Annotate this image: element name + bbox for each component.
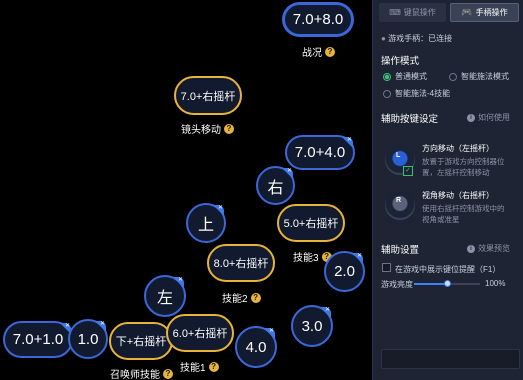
delete-key-icon[interactable] bbox=[282, 168, 293, 179]
radio-smart-cast-4[interactable]: 智能施法-4技能 bbox=[383, 88, 450, 99]
check-badge-icon: ✓ bbox=[403, 166, 413, 176]
opacity-label: 游戏亮度 bbox=[381, 280, 413, 289]
show-hint-label: 在游戏中展示键位提醒（F1） bbox=[395, 265, 501, 274]
key-button-label: 8.0+右摇杆 bbox=[213, 258, 269, 270]
radio-smart-cast-mode[interactable]: 智能施法模式 bbox=[449, 71, 509, 82]
key-caption-summoner: 召唤师技能 ? bbox=[110, 366, 173, 380]
key-button-label: 4.0 bbox=[245, 338, 267, 356]
delete-key-icon[interactable] bbox=[213, 205, 224, 216]
radio-dot bbox=[383, 72, 391, 81]
settings-panel: ⌨ 键鼠操作 🎮 手柄操作 ● 游戏手柄：已连接 操作模式 普通模式 智能施法模… bbox=[372, 0, 523, 380]
gamepad-status: ● 游戏手柄：已连接 bbox=[381, 34, 453, 43]
key-button-3[interactable]: 3.0 bbox=[291, 305, 333, 347]
key-button-7-4[interactable]: 7.0+4.0 bbox=[285, 135, 355, 170]
key-button-jingtou[interactable]: 7.0+右摇杆 bbox=[174, 76, 242, 115]
aux-section-title: 辅助设置 bbox=[381, 245, 420, 256]
key-button-skill1[interactable]: 6.0+右摇杆 bbox=[166, 314, 234, 352]
key-button-right[interactable]: 右 bbox=[256, 166, 295, 205]
radio-dot bbox=[383, 89, 391, 98]
tab-keyboard[interactable]: ⌨ 键鼠操作 bbox=[379, 3, 446, 22]
right-stick-icon[interactable]: R bbox=[385, 190, 415, 220]
assist-section-title: 辅助按键设定 bbox=[381, 114, 439, 125]
key-button-label: 7.0+8.0 bbox=[292, 11, 344, 28]
mode-section-title: 操作模式 bbox=[381, 56, 420, 67]
help-icon[interactable]: ? bbox=[250, 292, 261, 303]
delete-key-icon[interactable] bbox=[173, 277, 184, 288]
key-button-label: 7.0+4.0 bbox=[294, 144, 346, 161]
bottom-input-bar[interactable] bbox=[381, 349, 520, 369]
key-button-4[interactable]: 4.0 bbox=[235, 326, 277, 368]
show-hint-checkbox[interactable] bbox=[382, 263, 391, 272]
mode-tabs: ⌨ 键鼠操作 🎮 手柄操作 bbox=[379, 3, 519, 22]
radio-dot bbox=[449, 72, 457, 81]
info-icon: i bbox=[467, 113, 475, 122]
opacity-value: 100% bbox=[485, 279, 506, 288]
info-icon: i bbox=[467, 244, 475, 253]
help-icon[interactable]: ? bbox=[325, 46, 335, 57]
effect-preview-link[interactable]: i 效果预览 bbox=[467, 243, 510, 254]
opacity-slider-fill bbox=[414, 283, 446, 285]
key-button-label: 上 bbox=[197, 217, 214, 234]
key-button-summoner[interactable]: 下+右摇杆 bbox=[109, 322, 173, 360]
opacity-slider-thumb[interactable] bbox=[444, 280, 451, 287]
help-icon[interactable]: ? bbox=[224, 123, 234, 134]
assist-help-link[interactable]: i 如何使用 bbox=[467, 112, 510, 123]
delete-key-icon[interactable] bbox=[264, 328, 275, 339]
help-icon[interactable]: ? bbox=[163, 368, 173, 379]
key-button-2[interactable]: 2.0 bbox=[324, 251, 365, 292]
key-caption-jingtou: 镜头移动 ? bbox=[181, 121, 234, 136]
key-button-skill2[interactable]: 8.0+右摇杆 bbox=[207, 244, 275, 282]
key-caption-skill1: 技能1 ? bbox=[180, 359, 219, 374]
key-button-label: 1.0 bbox=[77, 330, 99, 348]
move-option-title: 方向移动（左摇杆） bbox=[422, 144, 494, 153]
key-mapping-canvas: 7.0+8.0 战况 ? 7.0+右摇杆 镜头移动 ? 7.0+4.0 右 上 … bbox=[0, 0, 372, 380]
gamepad-icon: 🎮 bbox=[461, 7, 473, 17]
key-button-left[interactable]: 左 bbox=[144, 275, 186, 317]
info-icon: ● bbox=[381, 34, 386, 43]
key-button-skill3[interactable]: 5.0+右摇杆 bbox=[277, 204, 345, 242]
help-icon[interactable]: ? bbox=[208, 361, 219, 372]
view-option-desc: 使用右摇杆控制游戏中的 视角或准星 bbox=[422, 204, 505, 224]
key-caption-skill2: 技能2 ? bbox=[222, 290, 261, 305]
key-button-up[interactable]: 上 bbox=[186, 203, 226, 243]
key-button-label: 2.0 bbox=[334, 263, 355, 280]
key-button-label: 右 bbox=[267, 179, 284, 197]
key-button-label: 7.0+右摇杆 bbox=[180, 90, 236, 103]
key-button-label: 6.0+右摇杆 bbox=[172, 328, 228, 340]
key-button-1[interactable]: 1.0 bbox=[68, 319, 108, 359]
keyboard-icon: ⌨ bbox=[389, 8, 401, 17]
tab-gamepad[interactable]: 🎮 手柄操作 bbox=[450, 3, 519, 22]
key-button-label: 左 bbox=[156, 290, 173, 307]
radio-normal-mode[interactable]: 普通模式 bbox=[383, 71, 427, 82]
key-button-label: 7.0+1.0 bbox=[12, 331, 64, 348]
key-button-zhankuang[interactable]: 7.0+8.0 bbox=[283, 3, 353, 36]
key-button-7-1[interactable]: 7.0+1.0 bbox=[3, 321, 73, 358]
key-button-label: 3.0 bbox=[301, 317, 323, 335]
move-option-desc: 放置于游戏方向控制器位 置，左摇杆控制移动 bbox=[422, 157, 505, 177]
key-button-label: 5.0+右摇杆 bbox=[283, 218, 339, 230]
key-caption-zhankuang: 战况 ? bbox=[302, 44, 335, 59]
key-button-label: 下+右摇杆 bbox=[115, 336, 167, 348]
view-option-title: 视角移动（右摇杆） bbox=[422, 191, 494, 200]
delete-key-icon[interactable] bbox=[320, 307, 331, 318]
